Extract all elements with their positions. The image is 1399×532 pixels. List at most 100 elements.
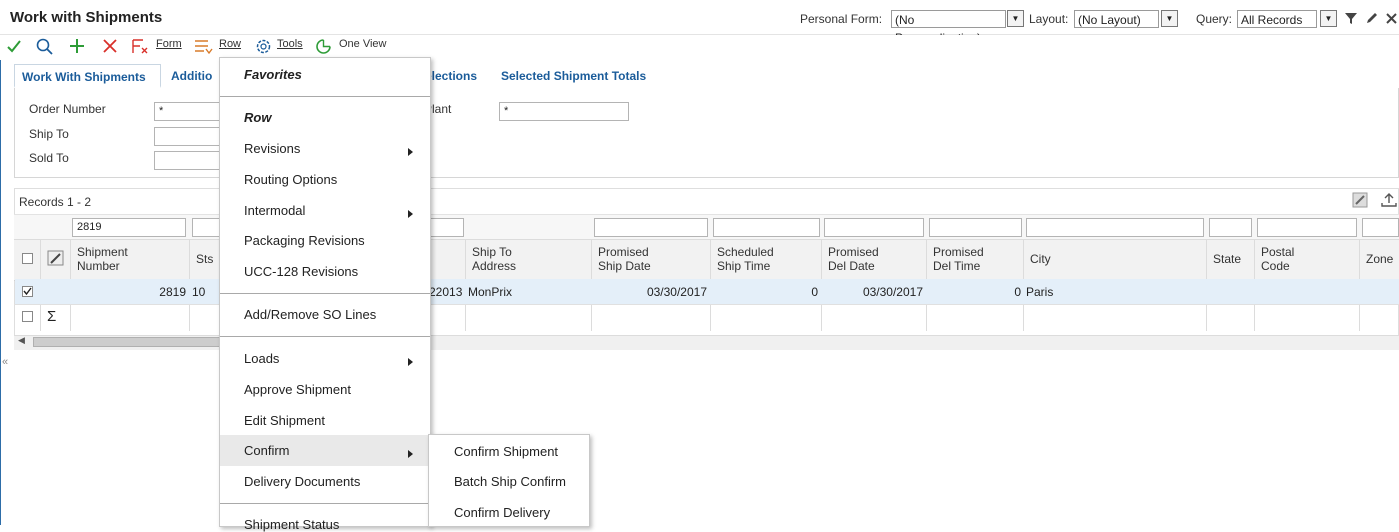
collapse-left-icon[interactable]: «: [2, 356, 8, 368]
row-menu-button[interactable]: Row: [219, 38, 241, 50]
submenu-arrow-icon: [408, 358, 413, 366]
cell-partial-value: 22013: [429, 285, 463, 299]
menu-item-edit-shipment[interactable]: Edit Shipment: [244, 413, 325, 428]
page-title: Work with Shipments: [10, 9, 163, 26]
row-menu-icon[interactable]: [194, 38, 214, 55]
qbe-promised-del-time[interactable]: [929, 218, 1022, 237]
menu-favorites-header[interactable]: Favorites: [244, 67, 302, 82]
qbe-address[interactable]: [430, 218, 464, 237]
menu-item-add-remove-so-lines[interactable]: Add/Remove SO Lines: [244, 307, 376, 322]
attachment-column-icon: [47, 250, 64, 266]
tab-selected-shipment-totals[interactable]: Selected Shipment Totals: [494, 64, 664, 88]
grid-format-icon[interactable]: [1352, 192, 1368, 208]
filter-icon[interactable]: [1344, 11, 1358, 25]
form-menu-button[interactable]: Form: [156, 38, 182, 50]
personal-form-select[interactable]: (No Personalization): [891, 10, 1006, 45]
submenu-arrow-icon: [408, 148, 413, 156]
title-bar: [0, 0, 1399, 35]
form-exit-icon[interactable]: [131, 38, 149, 55]
sold-to-field[interactable]: [154, 151, 224, 170]
col-promised-del-date[interactable]: Promised Del Date: [828, 245, 898, 273]
delete-query-icon[interactable]: [1384, 11, 1398, 25]
query-label: Query:: [1196, 12, 1233, 26]
cell-promised-ship-date: 03/30/2017: [646, 285, 707, 299]
col-shipment-number[interactable]: Shipment Number: [77, 245, 137, 273]
qbe-city[interactable]: [1026, 218, 1204, 237]
cell-promised-del-time: 0: [1014, 285, 1021, 299]
qbe-promised-ship-date[interactable]: [594, 218, 708, 237]
one-view-icon[interactable]: [315, 38, 332, 55]
scroll-left-icon[interactable]: ◀: [18, 335, 25, 346]
qbe-postal-code[interactable]: [1257, 218, 1357, 237]
col-postal-code[interactable]: Postal Code: [1261, 245, 1311, 273]
menu-item-routing-options[interactable]: Routing Options: [244, 172, 337, 187]
qbe-state[interactable]: [1209, 218, 1252, 237]
menu-item-intermodal[interactable]: Intermodal: [244, 203, 305, 218]
records-count: Records 1 - 2: [19, 195, 92, 209]
cell-city: Paris: [1026, 285, 1054, 299]
menu-item-ucc-128-revisions[interactable]: UCC-128 Revisions: [244, 264, 358, 279]
search-icon[interactable]: [36, 38, 54, 56]
menu-separator: [220, 336, 430, 337]
total-row-checkbox[interactable]: [22, 311, 33, 322]
col-promised-ship-date[interactable]: Promised Ship Date: [598, 245, 668, 273]
one-view-button[interactable]: One View: [339, 38, 387, 50]
submenu-item-batch-ship-confirm[interactable]: Batch Ship Confirm: [454, 474, 566, 489]
cell-shipment-number: 2819: [159, 285, 186, 299]
submenu-item-confirm-delivery[interactable]: Confirm Delivery: [454, 505, 550, 520]
menu-item-packaging-revisions[interactable]: Packaging Revisions: [244, 233, 365, 248]
col-ship-to-address[interactable]: Ship To Address: [472, 245, 542, 273]
personal-form-dropdown-icon[interactable]: ▼: [1007, 10, 1024, 27]
query-select[interactable]: All Records: [1237, 10, 1317, 28]
export-icon[interactable]: [1380, 192, 1398, 208]
col-city[interactable]: City: [1030, 252, 1051, 266]
menu-item-delivery-documents[interactable]: Delivery Documents: [244, 474, 360, 489]
ok-check-icon[interactable]: [6, 38, 22, 54]
menu-row-header: Row: [244, 110, 272, 125]
edit-pencil-icon[interactable]: [1365, 11, 1379, 25]
col-sts[interactable]: Sts: [196, 252, 213, 266]
cell-promised-del-date: 03/30/2017: [862, 285, 923, 299]
col-zone[interactable]: Zone: [1366, 252, 1393, 266]
order-number-field[interactable]: *: [154, 102, 224, 121]
sold-to-label: Sold To: [29, 151, 69, 165]
menu-separator: [220, 503, 430, 504]
tools-gear-icon[interactable]: [255, 38, 272, 55]
qbe-shipment-number[interactable]: 2819: [72, 218, 186, 237]
layout-label: Layout:: [1029, 12, 1069, 26]
menu-separator: [220, 293, 430, 294]
layout-select[interactable]: (No Layout): [1074, 10, 1159, 28]
col-scheduled-ship-time[interactable]: Scheduled Ship Time: [717, 245, 797, 273]
qbe-promised-del-date[interactable]: [824, 218, 924, 237]
tools-menu-button[interactable]: Tools: [277, 38, 303, 50]
left-border: [0, 60, 1, 525]
ship-to-field[interactable]: [154, 127, 224, 146]
menu-item-approve-shipment[interactable]: Approve Shipment: [244, 382, 351, 397]
col-state[interactable]: State: [1213, 252, 1241, 266]
sigma-total-icon: Σ: [47, 308, 57, 325]
cell-ship-to-address: MonPrix: [468, 285, 513, 299]
order-number-label: Order Number: [29, 102, 106, 116]
cancel-icon[interactable]: [102, 38, 118, 54]
query-dropdown-icon[interactable]: ▼: [1320, 10, 1337, 27]
menu-item-revisions[interactable]: Revisions: [244, 141, 300, 156]
tab-work-with-shipments[interactable]: Work With Shipments: [14, 64, 161, 88]
select-all-checkbox[interactable]: [22, 253, 33, 264]
menu-item-loads[interactable]: Loads: [244, 351, 279, 366]
cell-sts: 10: [192, 285, 206, 299]
qbe-sts[interactable]: [192, 218, 220, 237]
menu-item-confirm[interactable]: Confirm: [244, 443, 290, 458]
scrollbar-thumb[interactable]: [33, 337, 233, 347]
qbe-scheduled-ship-time[interactable]: [713, 218, 820, 237]
col-promised-del-time[interactable]: Promised Del Time: [933, 245, 1003, 273]
add-icon[interactable]: [69, 38, 85, 54]
layout-dropdown-icon[interactable]: ▼: [1161, 10, 1178, 27]
plant-field[interactable]: *: [499, 102, 629, 121]
submenu-arrow-icon: [408, 210, 413, 218]
ship-to-label: Ship To: [29, 127, 69, 141]
tab-additional[interactable]: Additio: [164, 64, 224, 88]
row-checkbox[interactable]: [22, 286, 33, 297]
row-dropdown-menu: Favorites Row Revisions Routing Options …: [219, 57, 431, 532]
submenu-item-confirm-shipment[interactable]: Confirm Shipment: [454, 444, 558, 459]
qbe-zone[interactable]: [1362, 218, 1399, 237]
